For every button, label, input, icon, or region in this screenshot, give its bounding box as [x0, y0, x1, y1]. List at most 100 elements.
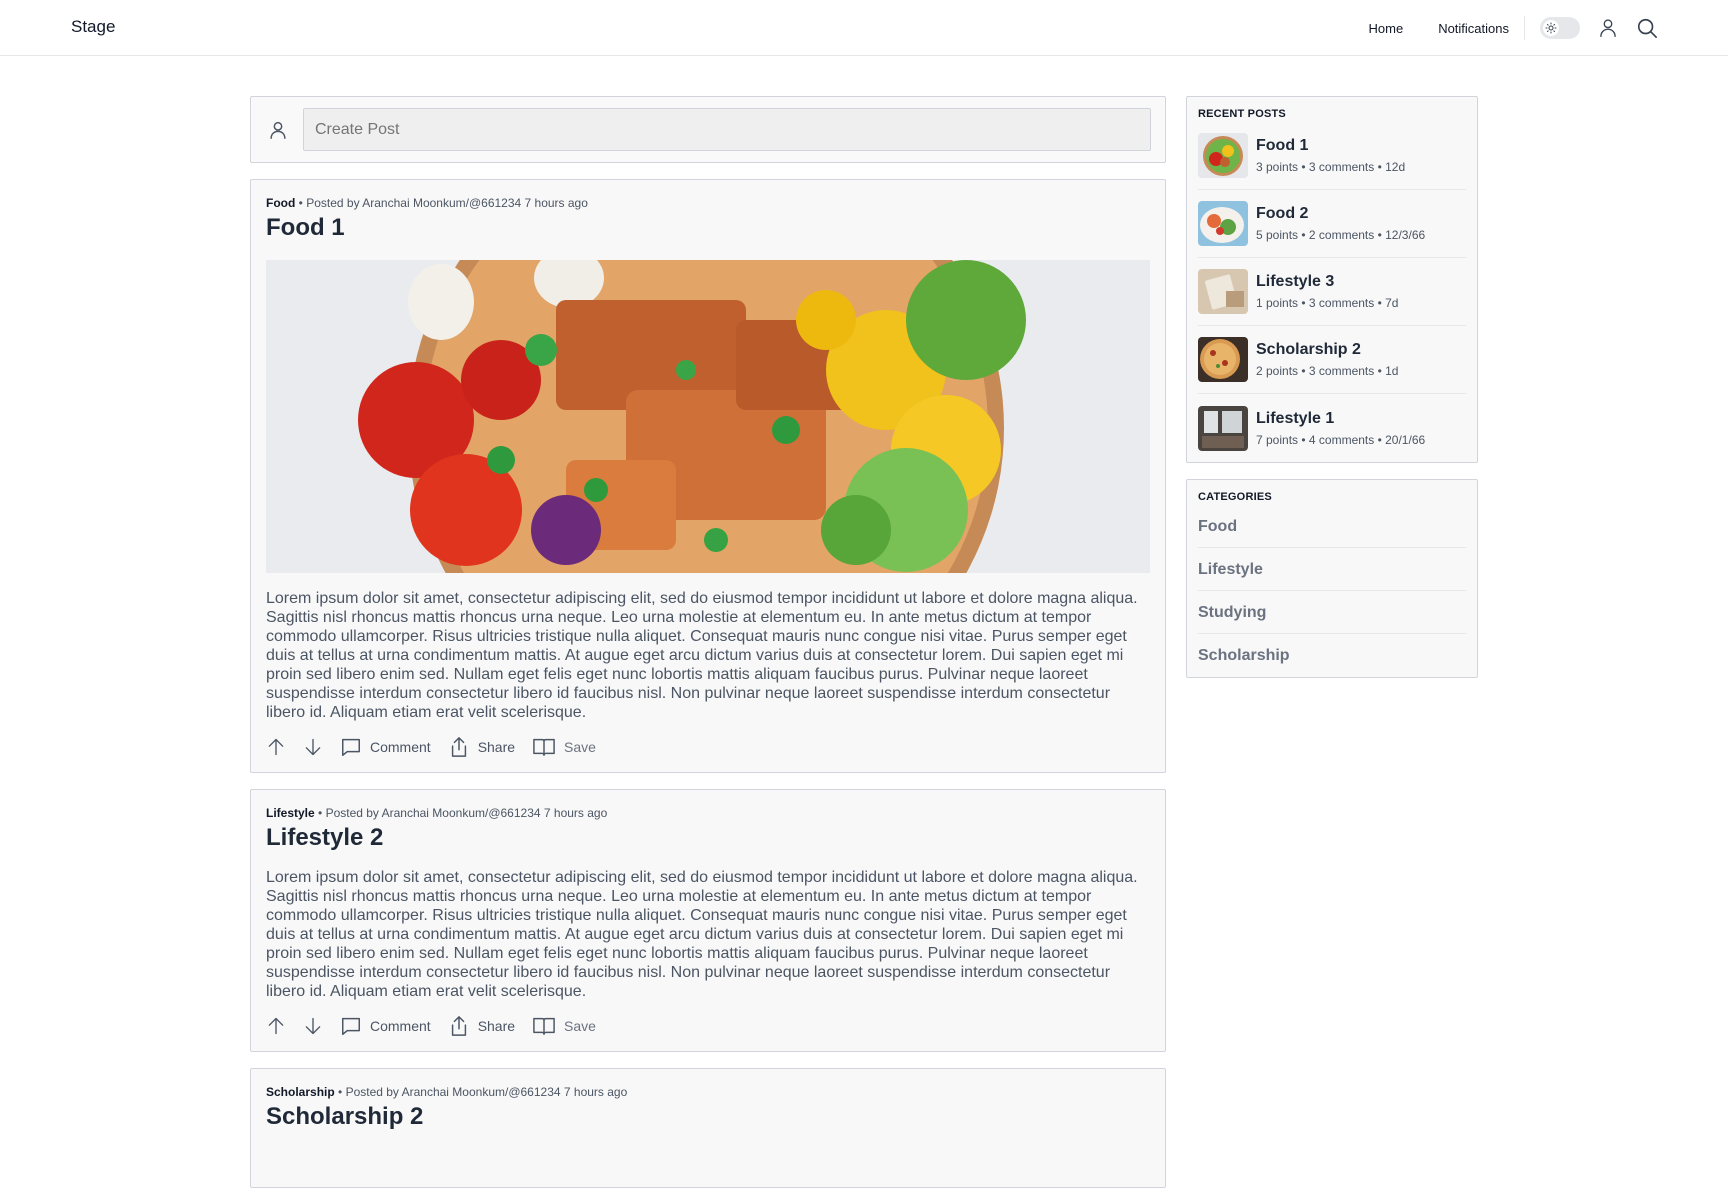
categories-heading: CATEGORIES [1198, 491, 1272, 503]
recent-post-thumbnail [1198, 405, 1248, 451]
profile-button[interactable] [1597, 17, 1619, 39]
post-meta: Food • Posted by Aranchai Moonkum/@66123… [266, 195, 1150, 211]
share-button[interactable]: Share [448, 1015, 515, 1037]
category-item-studying[interactable]: Studying [1198, 591, 1466, 634]
recent-post-stats: 2 points • 3 comments • 1d [1256, 364, 1399, 378]
post-body: Lorem ipsum dolor sit amet, consectetur … [266, 869, 1138, 1000]
arrow-down-icon [305, 1017, 321, 1035]
post-byline: • Posted by Aranchai Moonkum/@661234 7 h… [298, 196, 588, 210]
post-actions: Comment Share Save [266, 1001, 1150, 1051]
top-navbar: Stage Home Notifications [0, 0, 1728, 56]
recent-post-item[interactable]: Food 2 5 points • 2 comments • 12/3/66 [1198, 190, 1466, 258]
recent-post-thumbnail [1198, 201, 1248, 246]
comment-button[interactable]: Comment [340, 736, 431, 758]
comment-button[interactable]: Comment [340, 1015, 431, 1037]
desk-photo-thumbnail [1198, 269, 1248, 314]
brand-logo[interactable]: Stage [71, 17, 115, 37]
user-icon [1600, 19, 1616, 37]
food-photo [266, 260, 1150, 573]
save-label: Save [564, 1018, 596, 1034]
recent-post-title[interactable]: Food 2 [1256, 205, 1425, 223]
create-post-box [250, 96, 1166, 163]
save-button[interactable]: Save [532, 736, 596, 758]
post-title[interactable]: Food 1 [266, 214, 1150, 242]
recent-posts-heading: RECENT POSTS [1198, 108, 1286, 120]
save-label: Save [564, 739, 596, 755]
post-meta: Scholarship • Posted by Aranchai Moonkum… [266, 1084, 1150, 1100]
recent-post-item[interactable]: Food 1 3 points • 3 comments • 12d [1198, 122, 1466, 190]
recent-post-stats: 5 points • 2 comments • 12/3/66 [1256, 228, 1426, 242]
recent-post-stats: 1 points • 3 comments • 7d [1256, 296, 1399, 310]
create-post-input[interactable] [303, 108, 1151, 151]
post-card: Lifestyle • Posted by Aranchai Moonkum/@… [250, 789, 1166, 1052]
share-label: Share [477, 739, 516, 755]
comment-icon [342, 1017, 360, 1035]
post-byline: • Posted by Aranchai Moonkum/@661234 7 h… [318, 806, 608, 820]
post-actions: Comment Share Save [266, 722, 1150, 772]
salad-bowl-thumbnail [1198, 133, 1248, 178]
recent-post-thumbnail [1198, 269, 1248, 314]
recent-post-title[interactable]: Lifestyle 1 [1256, 410, 1425, 428]
post-card: Scholarship • Posted by Aranchai Moonkum… [250, 1068, 1166, 1188]
comment-label: Comment [370, 739, 431, 755]
categories-list: Food Lifestyle Studying Scholarship [1198, 505, 1466, 677]
downvote-button[interactable] [303, 1016, 323, 1036]
categories-card: CATEGORIES Food Lifestyle Studying Schol… [1186, 479, 1478, 678]
post-category-link[interactable]: Food [266, 196, 295, 210]
toggle-knob [1543, 20, 1559, 36]
recent-post-text: Lifestyle 3 1 points • 3 comments • 7d [1256, 273, 1398, 310]
post-card: Food • Posted by Aranchai Moonkum/@66123… [250, 179, 1166, 773]
recent-post-item[interactable]: Scholarship 2 2 points • 3 comments • 1d [1198, 326, 1466, 394]
search-button[interactable] [1636, 17, 1658, 39]
upvote-button[interactable] [266, 737, 286, 757]
share-button[interactable]: Share [448, 736, 515, 758]
nav-home-link[interactable]: Home [1369, 21, 1404, 36]
recent-post-title[interactable]: Lifestyle 3 [1256, 273, 1398, 291]
post-body: Lorem ipsum dolor sit amet, consectetur … [266, 590, 1138, 721]
recent-post-text: Scholarship 2 2 points • 3 comments • 1d [1256, 341, 1398, 378]
recent-post-text: Food 1 3 points • 3 comments • 12d [1256, 137, 1405, 174]
upvote-button[interactable] [266, 1016, 286, 1036]
recent-posts-card: RECENT POSTS Food 1 3 points • 3 comment [1186, 96, 1478, 463]
recent-post-text: Lifestyle 1 7 points • 4 comments • 20/1… [1256, 410, 1425, 447]
recent-posts-list: Food 1 3 points • 3 comments • 12d Food … [1198, 122, 1466, 462]
salad-plate-thumbnail [1198, 201, 1248, 246]
arrow-up-icon [268, 738, 284, 756]
recent-post-thumbnail [1198, 337, 1248, 382]
arrow-up-icon [268, 1017, 284, 1035]
recent-post-stats: 7 points • 4 comments • 20/1/66 [1256, 432, 1426, 447]
save-button[interactable]: Save [532, 1015, 596, 1037]
search-icon [1637, 18, 1657, 38]
post-title[interactable]: Lifestyle 2 [266, 824, 1150, 852]
category-item-lifestyle[interactable]: Lifestyle [1198, 548, 1466, 591]
recent-post-title[interactable]: Food 1 [1256, 137, 1405, 155]
post-image[interactable] [266, 260, 1150, 573]
recent-post-title[interactable]: Scholarship 2 [1256, 341, 1398, 359]
category-item-food[interactable]: Food [1198, 505, 1466, 548]
downvote-button[interactable] [303, 737, 323, 757]
share-label: Share [477, 1018, 516, 1034]
recent-post-item[interactable]: Lifestyle 1 7 points • 4 comments • 20/1… [1198, 394, 1466, 462]
user-icon [270, 121, 286, 139]
comment-icon [342, 738, 360, 756]
room-photo-thumbnail [1198, 405, 1248, 451]
recent-post-text: Food 2 5 points • 2 comments • 12/3/66 [1256, 205, 1425, 242]
recent-post-item[interactable]: Lifestyle 3 1 points • 3 comments • 7d [1198, 258, 1466, 326]
post-meta: Lifestyle • Posted by Aranchai Moonkum/@… [266, 805, 1150, 821]
theme-toggle[interactable] [1540, 17, 1580, 39]
recent-post-stats: 3 points • 3 comments • 12d [1256, 160, 1406, 174]
post-title[interactable]: Scholarship 2 [266, 1103, 1150, 1131]
pizza-thumbnail [1198, 337, 1248, 382]
arrow-down-icon [305, 738, 321, 756]
right-sidebar: RECENT POSTS Food 1 3 points • 3 comment [1186, 96, 1478, 678]
post-category-link[interactable]: Scholarship [266, 1085, 335, 1099]
post-category-link[interactable]: Lifestyle [266, 806, 315, 820]
nav-notifications-link[interactable]: Notifications [1438, 21, 1509, 36]
nav-divider [1524, 16, 1525, 40]
post-byline: • Posted by Aranchai Moonkum/@661234 7 h… [338, 1085, 628, 1099]
category-item-scholarship[interactable]: Scholarship [1198, 634, 1466, 677]
comment-label: Comment [370, 1018, 431, 1034]
sun-icon [1545, 22, 1557, 34]
share-icon [451, 1016, 466, 1036]
recent-post-thumbnail [1198, 133, 1248, 178]
